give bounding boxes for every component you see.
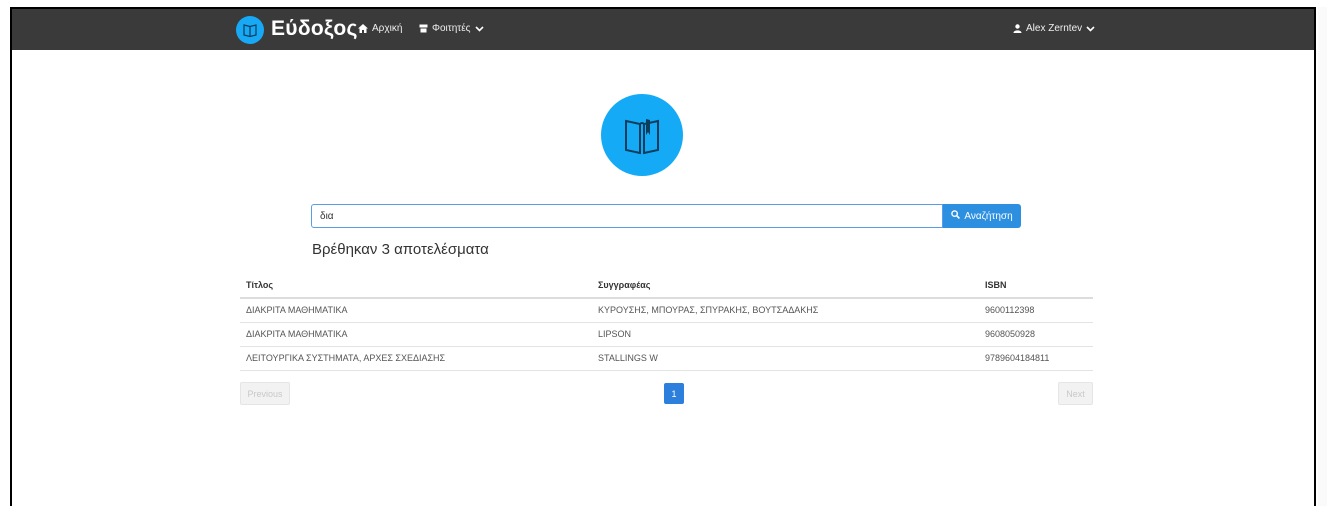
- cell-author: STALLINGS W: [592, 346, 979, 371]
- results-count-heading: Βρέθηκαν 3 αποτελέσματα: [312, 241, 489, 258]
- nav-students-label: Φοιτητές: [432, 23, 471, 34]
- table-row[interactable]: ΛΕΙΤΟΥΡΓΙΚΑ ΣΥΣΤΗΜΑΤΑ, ΑΡΧΕΣ ΣΧΕΔΙΑΣΗΣ S…: [240, 346, 1093, 371]
- student-icon: [419, 24, 428, 33]
- browser-frame: Εύδοξος Αρχική Φοιτητές Alex Zerntev δια…: [10, 7, 1316, 506]
- user-name-label: Alex Zerntev: [1026, 23, 1083, 34]
- cell-isbn: 9789604184811: [979, 346, 1093, 371]
- open-book-icon: [601, 94, 683, 176]
- cell-title: ΔΙΑΚΡΙΤΑ ΜΑΘΗΜΑΤΙΚΑ: [240, 298, 592, 323]
- brand-name[interactable]: Εύδοξος: [271, 17, 358, 41]
- nav-home[interactable]: Αρχική: [358, 23, 402, 34]
- navbar: Εύδοξος Αρχική Φοιτητές Alex Zerntev: [12, 9, 1314, 50]
- search-input[interactable]: [311, 204, 943, 228]
- cell-isbn: 9608050928: [979, 322, 1093, 347]
- search-button[interactable]: Αναζήτηση: [943, 204, 1021, 228]
- search-icon: [951, 210, 961, 222]
- table-row[interactable]: ΔΙΑΚΡΙΤΑ ΜΑΘΗΜΑΤΙΚΑ ΚΥΡΟΥΣΗΣ, ΜΠΟΥΡΑΣ, Σ…: [240, 298, 1093, 323]
- nav-students-dropdown[interactable]: Φοιτητές: [419, 23, 484, 34]
- nav-home-label: Αρχική: [372, 23, 403, 34]
- cell-author: ΚΥΡΟΥΣΗΣ, ΜΠΟΥΡΑΣ, ΣΠΥΡΑΚΗΣ, ΒΟΥΤΣΑΔΑΚΗΣ: [592, 298, 979, 323]
- cell-isbn: 9600112398: [979, 298, 1093, 323]
- next-page-button[interactable]: Next: [1058, 382, 1093, 405]
- chevron-down-icon: [474, 25, 484, 32]
- cell-title: ΛΕΙΤΟΥΡΓΙΚΑ ΣΥΣΤΗΜΑΤΑ, ΑΡΧΕΣ ΣΧΕΔΙΑΣΗΣ: [240, 346, 592, 371]
- table-row[interactable]: ΔΙΑΚΡΙΤΑ ΜΑΘΗΜΑΤΙΚΑ LIPSON 9608050928: [240, 322, 1093, 347]
- cell-title: ΔΙΑΚΡΙΤΑ ΜΑΘΗΜΑΤΙΚΑ: [240, 322, 592, 347]
- user-icon: [1013, 24, 1022, 33]
- column-header-isbn[interactable]: ISBN: [979, 274, 1093, 299]
- page-scrollbar[interactable]: [1318, 7, 1327, 506]
- column-header-author[interactable]: Συγγραφέας: [592, 274, 979, 299]
- home-icon: [358, 24, 368, 33]
- column-header-title[interactable]: Τίτλος: [240, 274, 592, 299]
- table-header-row: Τίτλος Συγγραφέας ISBN: [240, 274, 1093, 299]
- page-1-button[interactable]: 1: [664, 383, 684, 404]
- chevron-down-icon: [1086, 25, 1095, 32]
- search-button-label: Αναζήτηση: [964, 210, 1013, 222]
- results-table: Τίτλος Συγγραφέας ISBN ΔΙΑΚΡΙΤΑ ΜΑΘΗΜΑΤΙ…: [240, 274, 1093, 371]
- cell-author: LIPSON: [592, 322, 979, 347]
- nav-user-dropdown[interactable]: Alex Zerntev: [1013, 23, 1095, 34]
- book-logo-icon[interactable]: [236, 16, 264, 44]
- previous-page-button[interactable]: Previous: [240, 382, 290, 405]
